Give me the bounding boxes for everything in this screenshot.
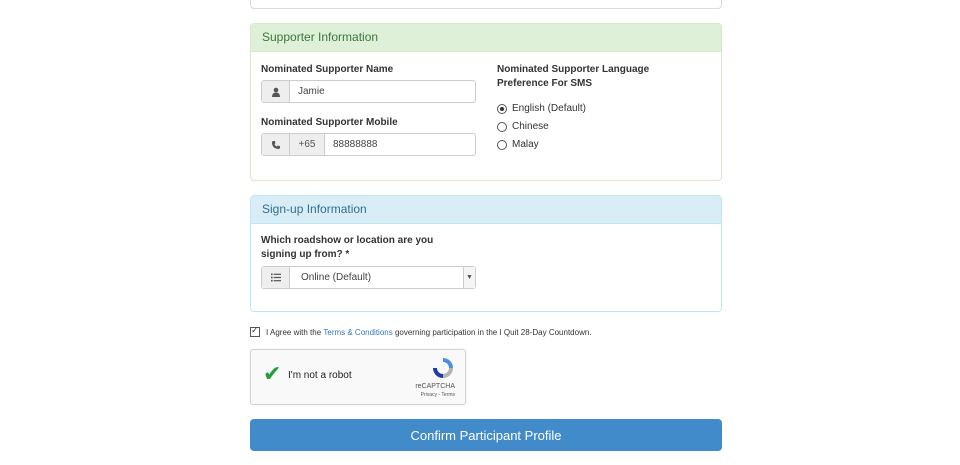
terms-link[interactable]: Terms & Conditions [323, 328, 392, 337]
user-icon [262, 81, 290, 102]
location-question-line2: signing up from? * [261, 249, 350, 260]
radio-malay[interactable]: Malay [497, 139, 539, 150]
agree-prefix: I Agree with the [266, 327, 324, 337]
agree-suffix: governing participation in the I Quit 28… [392, 327, 592, 337]
radio-english-label: English (Default) [512, 103, 586, 114]
radio-malay-label: Malay [512, 139, 539, 150]
supporter-mobile-label: Nominated Supporter Mobile [261, 117, 398, 128]
confirm-participant-profile-button[interactable]: Confirm Participant Profile [250, 419, 722, 451]
recaptcha-brand: reCAPTCHA [415, 383, 455, 390]
agree-checkbox[interactable] [250, 325, 260, 337]
radio-button-checked[interactable] [497, 103, 507, 114]
recaptcha-privacy-links[interactable]: Privacy - Terms [421, 392, 455, 398]
radio-chinese-label: Chinese [512, 121, 549, 132]
location-question-line1: Which roadshow or location are you [261, 235, 434, 246]
country-code: +65 [290, 134, 325, 155]
radio-english[interactable]: English (Default) [497, 103, 586, 114]
language-label-line1: Nominated Supporter Language [497, 64, 650, 75]
signup-information-panel: Sign-up Information Which roadshow or lo… [250, 195, 722, 312]
radio-button[interactable] [497, 121, 507, 132]
supporter-mobile-input[interactable]: 88888888 [325, 134, 475, 155]
terms-agreement: I Agree with the Terms & Conditions gove… [250, 325, 592, 337]
location-select[interactable]: Online (Default) ▼ [261, 266, 476, 289]
supporter-panel-heading: Supporter Information [251, 24, 721, 52]
supporter-name-label: Nominated Supporter Name [261, 64, 394, 75]
location-select-value[interactable]: Online (Default) [290, 267, 463, 288]
supporter-name-field[interactable]: Jamie [261, 80, 476, 103]
list-icon [262, 267, 290, 288]
supporter-information-panel: Supporter Information Nominated Supporte… [250, 23, 722, 181]
radio-button[interactable] [497, 139, 507, 150]
checkmark-icon[interactable]: ✔ [263, 363, 281, 385]
previous-panel-bottom [250, 0, 722, 9]
recaptcha-label: I'm not a robot [288, 370, 352, 381]
supporter-mobile-field[interactable]: +65 88888888 [261, 133, 476, 156]
recaptcha-widget[interactable]: ✔ I'm not a robot reCAPTCHA Privacy - Te… [250, 349, 466, 405]
radio-chinese[interactable]: Chinese [497, 121, 549, 132]
chevron-down-icon[interactable]: ▼ [463, 267, 475, 288]
language-label-line2: Preference For SMS [497, 78, 593, 89]
supporter-name-input[interactable]: Jamie [290, 81, 475, 102]
recaptcha-logo-icon [433, 358, 453, 378]
phone-icon [262, 134, 290, 155]
signup-panel-heading: Sign-up Information [251, 196, 721, 224]
